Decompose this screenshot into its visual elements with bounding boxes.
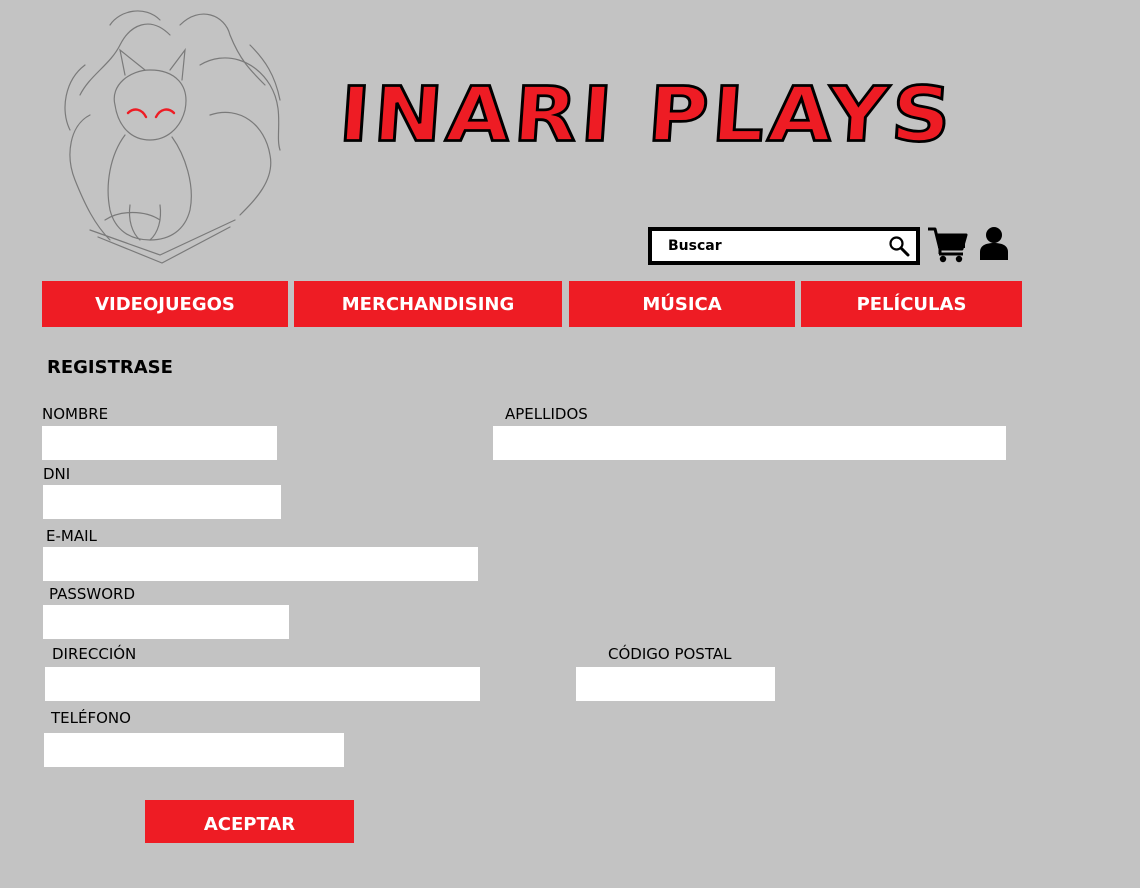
shopping-cart-icon[interactable]: [926, 225, 968, 263]
codigo-postal-label: CÓDIGO POSTAL: [608, 645, 732, 663]
nombre-field[interactable]: [42, 426, 277, 460]
search-box[interactable]: [648, 227, 920, 265]
telefono-label: TELÉFONO: [51, 709, 131, 727]
accept-button[interactable]: ACEPTAR: [145, 800, 354, 843]
form-title: REGISTRASE: [47, 357, 173, 378]
telefono-field[interactable]: [44, 733, 344, 767]
search-input[interactable]: [652, 231, 876, 261]
email-label: E-MAIL: [46, 527, 97, 545]
nav-item-merchandising[interactable]: MERCHANDISING: [294, 281, 562, 327]
password-label: PASSWORD: [49, 585, 136, 603]
direccion-label: DIRECCIÓN: [52, 645, 137, 663]
nav-item-label: MERCHANDISING: [341, 293, 515, 315]
accept-button-label: ACEPTAR: [203, 814, 296, 835]
search-icon[interactable]: [888, 235, 910, 257]
nav-item-label: VIDEOJUEGOS: [95, 293, 235, 315]
user-account-icon[interactable]: [979, 226, 1009, 260]
codigo-postal-field[interactable]: [576, 667, 775, 701]
apellidos-label: APELLIDOS: [505, 405, 588, 423]
nav-item-musica[interactable]: MÚSICA: [569, 281, 795, 327]
direccion-field[interactable]: [45, 667, 480, 701]
email-field[interactable]: [43, 547, 478, 581]
dni-field[interactable]: [43, 485, 281, 519]
nav-item-peliculas[interactable]: PELÍCULAS: [801, 281, 1022, 327]
apellidos-field[interactable]: [493, 426, 1006, 460]
dni-label: DNI: [43, 465, 71, 483]
site-title: INARI PLAYS: [335, 70, 959, 160]
nombre-label: NOMBRE: [42, 405, 109, 423]
nav-item-label: PELÍCULAS: [856, 293, 967, 315]
nav-item-label: MÚSICA: [642, 293, 722, 315]
fox-logo-icon: [64, 10, 281, 264]
password-field[interactable]: [43, 605, 289, 639]
nav-item-videojuegos[interactable]: VIDEOJUEGOS: [42, 281, 288, 327]
